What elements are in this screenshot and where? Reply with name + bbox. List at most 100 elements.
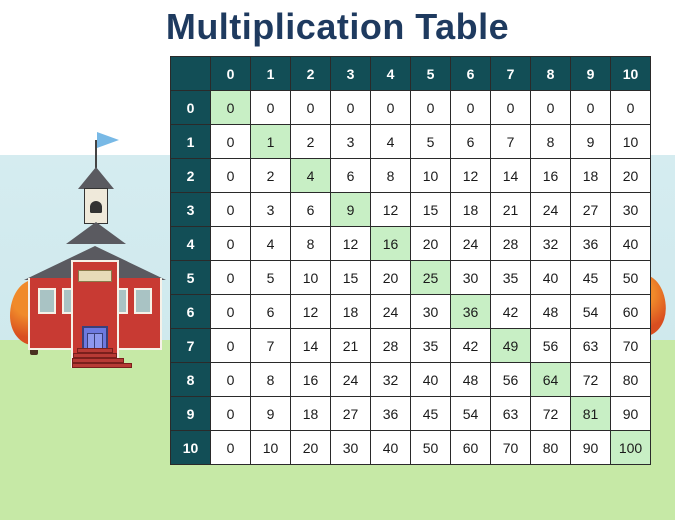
table-cell: 0 bbox=[331, 91, 371, 125]
table-row: 000000000000 bbox=[171, 91, 651, 125]
table-cell: 30 bbox=[451, 261, 491, 295]
table-cell: 45 bbox=[571, 261, 611, 295]
table-cell: 24 bbox=[451, 227, 491, 261]
table-cell: 20 bbox=[411, 227, 451, 261]
column-header: 7 bbox=[491, 57, 531, 91]
table-cell: 2 bbox=[251, 159, 291, 193]
table-cell: 20 bbox=[611, 159, 651, 193]
row-header: 8 bbox=[171, 363, 211, 397]
table-cell: 0 bbox=[211, 329, 251, 363]
table-cell: 42 bbox=[491, 295, 531, 329]
table-corner bbox=[171, 57, 211, 91]
table-cell: 15 bbox=[331, 261, 371, 295]
table-cell: 9 bbox=[571, 125, 611, 159]
table-cell: 49 bbox=[491, 329, 531, 363]
table-cell: 90 bbox=[571, 431, 611, 465]
table-cell: 0 bbox=[211, 159, 251, 193]
table-row: 707142128354249566370 bbox=[171, 329, 651, 363]
table-cell: 70 bbox=[611, 329, 651, 363]
table-cell: 27 bbox=[571, 193, 611, 227]
table-cell: 36 bbox=[451, 295, 491, 329]
table-cell: 90 bbox=[611, 397, 651, 431]
table-cell: 18 bbox=[571, 159, 611, 193]
table-cell: 0 bbox=[371, 91, 411, 125]
table-cell: 32 bbox=[371, 363, 411, 397]
column-header: 5 bbox=[411, 57, 451, 91]
table-row: 3036912151821242730 bbox=[171, 193, 651, 227]
table-cell: 12 bbox=[371, 193, 411, 227]
table-cell: 12 bbox=[451, 159, 491, 193]
row-header: 7 bbox=[171, 329, 211, 363]
table-cell: 4 bbox=[251, 227, 291, 261]
table-cell: 56 bbox=[531, 329, 571, 363]
table-cell: 24 bbox=[531, 193, 571, 227]
table-cell: 28 bbox=[371, 329, 411, 363]
table-cell: 56 bbox=[491, 363, 531, 397]
table-cell: 63 bbox=[571, 329, 611, 363]
table-cell: 40 bbox=[611, 227, 651, 261]
table-cell: 14 bbox=[291, 329, 331, 363]
table-cell: 40 bbox=[371, 431, 411, 465]
table-cell: 8 bbox=[531, 125, 571, 159]
table-cell: 18 bbox=[331, 295, 371, 329]
table-cell: 3 bbox=[331, 125, 371, 159]
column-header: 8 bbox=[531, 57, 571, 91]
table-cell: 6 bbox=[451, 125, 491, 159]
row-header: 9 bbox=[171, 397, 211, 431]
table-cell: 0 bbox=[251, 91, 291, 125]
table-cell: 48 bbox=[451, 363, 491, 397]
table-cell: 60 bbox=[451, 431, 491, 465]
table-cell: 0 bbox=[211, 91, 251, 125]
row-header: 10 bbox=[171, 431, 211, 465]
table-cell: 80 bbox=[611, 363, 651, 397]
table-cell: 10 bbox=[611, 125, 651, 159]
table-cell: 40 bbox=[411, 363, 451, 397]
table-cell: 0 bbox=[531, 91, 571, 125]
table-cell: 72 bbox=[531, 397, 571, 431]
table-cell: 7 bbox=[251, 329, 291, 363]
table-cell: 24 bbox=[331, 363, 371, 397]
table-cell: 8 bbox=[371, 159, 411, 193]
row-header: 4 bbox=[171, 227, 211, 261]
table-cell: 4 bbox=[291, 159, 331, 193]
table-row: 505101520253035404550 bbox=[171, 261, 651, 295]
row-header: 6 bbox=[171, 295, 211, 329]
table-cell: 8 bbox=[291, 227, 331, 261]
bell-icon bbox=[90, 201, 102, 213]
table-cell: 20 bbox=[291, 431, 331, 465]
table-cell: 18 bbox=[291, 397, 331, 431]
table-cell: 21 bbox=[331, 329, 371, 363]
table-cell: 100 bbox=[611, 431, 651, 465]
table-cell: 9 bbox=[251, 397, 291, 431]
table-cell: 20 bbox=[371, 261, 411, 295]
table-cell: 24 bbox=[371, 295, 411, 329]
table-cell: 0 bbox=[211, 431, 251, 465]
table-cell: 70 bbox=[491, 431, 531, 465]
schoolhouse-icon bbox=[28, 193, 163, 368]
table-cell: 8 bbox=[251, 363, 291, 397]
table-cell: 0 bbox=[571, 91, 611, 125]
table-cell: 15 bbox=[411, 193, 451, 227]
table-cell: 0 bbox=[211, 397, 251, 431]
table-cell: 10 bbox=[411, 159, 451, 193]
table-cell: 0 bbox=[491, 91, 531, 125]
table-cell: 0 bbox=[211, 295, 251, 329]
table-cell: 16 bbox=[531, 159, 571, 193]
table-cell: 16 bbox=[291, 363, 331, 397]
table-cell: 10 bbox=[251, 431, 291, 465]
table-cell: 0 bbox=[211, 261, 251, 295]
multiplication-table: 012345678910 000000000000101234567891020… bbox=[170, 56, 651, 465]
column-header: 2 bbox=[291, 57, 331, 91]
column-header: 4 bbox=[371, 57, 411, 91]
table-cell: 18 bbox=[451, 193, 491, 227]
column-header: 0 bbox=[211, 57, 251, 91]
table-cell: 63 bbox=[491, 397, 531, 431]
table-row: 202468101214161820 bbox=[171, 159, 651, 193]
table-cell: 27 bbox=[331, 397, 371, 431]
table-cell: 21 bbox=[491, 193, 531, 227]
table-cell: 25 bbox=[411, 261, 451, 295]
table-cell: 72 bbox=[571, 363, 611, 397]
table-cell: 30 bbox=[611, 193, 651, 227]
table-cell: 60 bbox=[611, 295, 651, 329]
table-cell: 9 bbox=[331, 193, 371, 227]
